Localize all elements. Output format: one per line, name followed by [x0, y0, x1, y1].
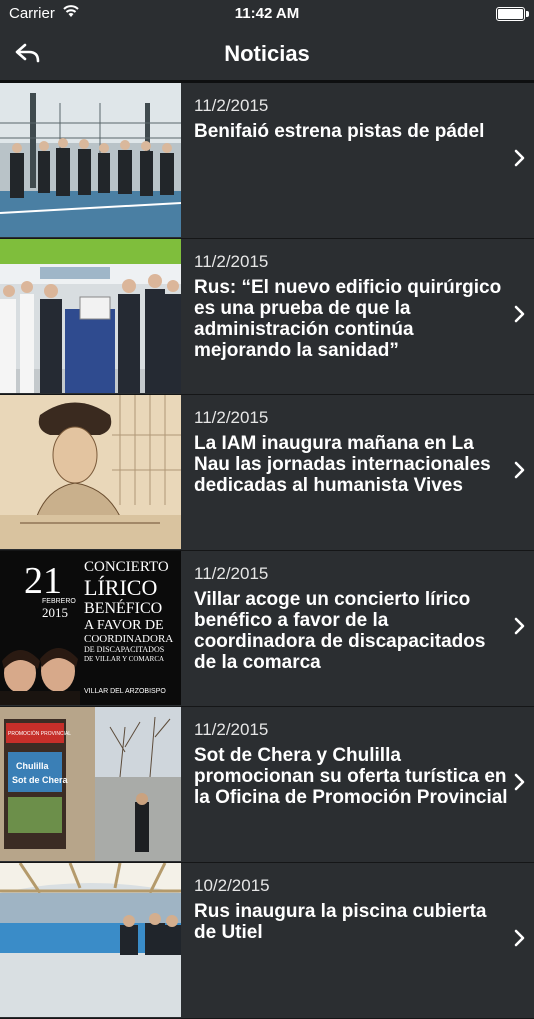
news-item[interactable]: 21 FEBRERO 2015 CONCIERTO LÍRICO BENÉFIC… [0, 551, 534, 707]
news-item[interactable]: PROMOCIÓN PROVINCIAL Chulilla Sot de Che… [0, 707, 534, 863]
news-date: 11/2/2015 [194, 252, 269, 271]
sign-chulilla: Chulilla [16, 761, 49, 771]
news-headline: La IAM inaugura mañana en La Nau las jor… [194, 433, 491, 496]
news-thumbnail: 21 FEBRERO 2015 CONCIERTO LÍRICO BENÉFIC… [0, 551, 181, 705]
news-thumbnail [0, 395, 181, 549]
news-thumbnail [0, 83, 181, 237]
page-title: Noticias [224, 41, 310, 66]
poster-line-4: A FAVOR DE [84, 618, 164, 633]
news-list: 11/2/2015 Benifaió estrena pistas de pád… [0, 83, 534, 1019]
news-item[interactable]: 10/2/2015 Rus inaugura la piscina cubier… [0, 863, 534, 1019]
poster-line-7: DE VILLAR Y COMARCA [84, 655, 164, 663]
sign-sot: Sot de Chera [12, 775, 69, 785]
news-item[interactable]: 11/2/2015 Rus: “El nuevo edificio quirúr… [0, 239, 534, 395]
news-item[interactable]: 11/2/2015 Benifaió estrena pistas de pád… [0, 83, 534, 239]
poster-year: 2015 [42, 605, 68, 620]
news-item[interactable]: 11/2/2015 La IAM inaugura mañana en La N… [0, 395, 534, 551]
news-headline: Rus inaugura la piscina cubierta de Utie… [194, 901, 487, 943]
clock: 11:42 AM [234, 5, 300, 22]
poster-month: FEBRERO [42, 598, 76, 605]
news-date: 11/2/2015 [194, 564, 269, 583]
news-date: 10/2/2015 [194, 876, 270, 895]
news-headline: Villar acoge un concierto lírico benéfic… [194, 589, 486, 673]
poster-line-3: BENÉFICO [84, 598, 162, 617]
news-date: 11/2/2015 [194, 408, 269, 427]
sign-top: PROMOCIÓN PROVINCIAL [8, 730, 71, 737]
chevron-right-icon [514, 773, 525, 791]
poster-line-1: CONCIERTO [84, 559, 169, 575]
chevron-right-icon [514, 461, 525, 479]
poster-line-5: COORDINADORA [84, 633, 173, 645]
news-date: 11/2/2015 [194, 720, 269, 739]
chevron-right-icon [514, 149, 525, 167]
news-thumbnail [0, 863, 181, 1017]
chevron-right-icon [514, 305, 525, 323]
status-bar: Carrier 11:42 AM [0, 0, 534, 28]
news-headline: Benifaió estrena pistas de pádel [194, 121, 485, 142]
news-thumbnail [0, 239, 181, 393]
battery-icon [496, 7, 529, 21]
navigation-bar: Noticias [0, 28, 534, 83]
news-headline: Rus: “El nuevo edificio quirúrgico es un… [194, 277, 502, 361]
chevron-right-icon [514, 929, 525, 947]
news-headline: Sot de Chera y Chulilla promocionan su o… [194, 745, 508, 808]
poster-venue: VILLAR DEL ARZOBISPO [84, 688, 166, 695]
chevron-right-icon [514, 617, 525, 635]
poster-day: 21 [24, 560, 62, 602]
news-date: 11/2/2015 [194, 96, 269, 115]
poster-line-2: LÍRICO [84, 575, 157, 600]
poster-line-6: DE DISCAPACITADOS [84, 645, 164, 654]
news-thumbnail: PROMOCIÓN PROVINCIAL Chulilla Sot de Che… [0, 707, 181, 861]
